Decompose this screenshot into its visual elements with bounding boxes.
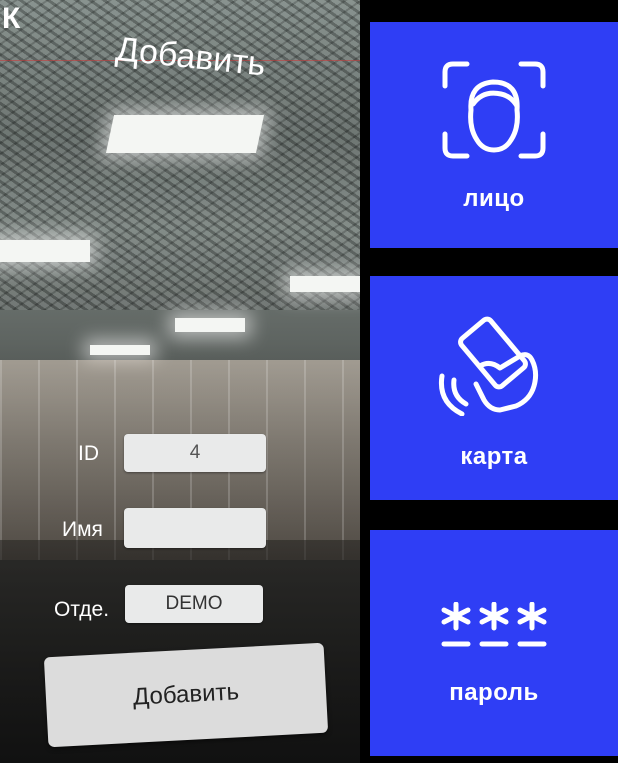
password-icon: [438, 601, 550, 655]
method-tile-face[interactable]: лицо: [370, 22, 618, 248]
method-password-label: пароль: [449, 679, 539, 706]
department-field[interactable]: DEMO: [125, 585, 263, 623]
card-tap-icon: [434, 316, 554, 421]
method-card-label: карта: [460, 443, 528, 470]
id-label: ID: [78, 442, 99, 465]
name-label: Имя: [62, 518, 103, 541]
ceiling-light: [290, 276, 360, 292]
back-button[interactable]: К: [2, 2, 20, 36]
method-face-label: лицо: [463, 185, 525, 212]
ceiling-light: [175, 318, 245, 332]
add-button[interactable]: Добавить: [43, 642, 329, 748]
ceiling-light: [90, 345, 150, 355]
ceiling-light: [0, 240, 90, 262]
device-screen-photo: К Добавить ID 4 Имя Отде. DEMO Добавить: [0, 0, 360, 763]
department-label: Отде.: [54, 598, 110, 621]
face-scan-icon: [439, 58, 549, 167]
ceiling-light: [105, 115, 265, 153]
method-tile-password[interactable]: пароль: [370, 530, 618, 756]
name-field[interactable]: [124, 508, 266, 548]
id-field[interactable]: 4: [124, 434, 266, 472]
method-tile-card[interactable]: карта: [370, 276, 618, 500]
